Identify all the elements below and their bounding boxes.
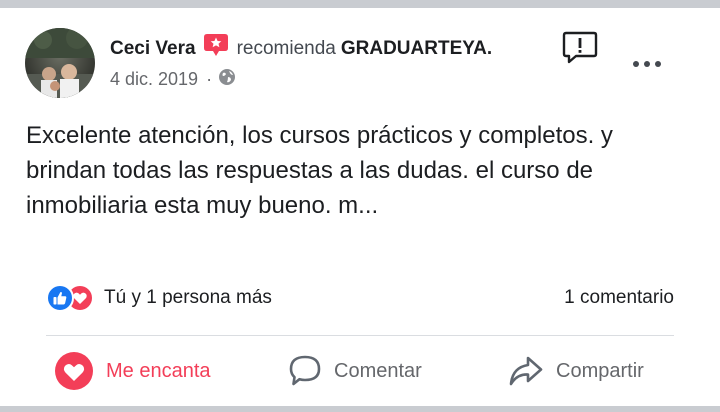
reactions-summary[interactable]: Tú y 1 persona más: [46, 284, 272, 312]
post-header: Ceci Vera recomienda GRADUARTEYA.: [110, 34, 492, 61]
reactions-summary-text: Tú y 1 persona más: [104, 287, 272, 308]
share-icon: [509, 356, 543, 386]
author-name[interactable]: Ceci Vera: [110, 38, 196, 60]
post-body-text[interactable]: Excelente atención, los cursos prácticos…: [26, 118, 676, 223]
love-button-label: Me encanta: [106, 359, 211, 382]
comments-count[interactable]: 1 comentario: [564, 287, 674, 309]
share-button[interactable]: Compartir: [508, 351, 644, 391]
love-reaction-button[interactable]: Me encanta: [54, 351, 211, 391]
love-icon: [55, 352, 93, 390]
report-icon[interactable]: [562, 30, 598, 64]
divider: [46, 335, 674, 336]
comment-button[interactable]: Comentar: [288, 351, 422, 391]
post-date[interactable]: 4 dic. 2019: [110, 69, 198, 90]
share-button-label: Compartir: [556, 359, 644, 382]
like-icon: [46, 284, 74, 312]
post-meta: 4 dic. 2019 ·: [110, 68, 236, 91]
page-name[interactable]: GRADUARTEYA.: [341, 38, 492, 60]
globe-icon: [218, 68, 236, 91]
meta-separator: ·: [206, 69, 213, 89]
top-separator: [0, 0, 720, 8]
comment-button-label: Comentar: [334, 359, 422, 382]
recommendation-post-card: Ceci Vera recomienda GRADUARTEYA. 4 dic.…: [0, 8, 720, 406]
avatar[interactable]: [25, 28, 95, 98]
bottom-separator: [0, 406, 720, 412]
comment-icon: [289, 355, 321, 386]
recommend-text: recomienda: [236, 38, 336, 59]
more-options-icon[interactable]: [630, 56, 664, 72]
recommend-icon: [203, 33, 229, 57]
reaction-icons: [46, 284, 94, 312]
